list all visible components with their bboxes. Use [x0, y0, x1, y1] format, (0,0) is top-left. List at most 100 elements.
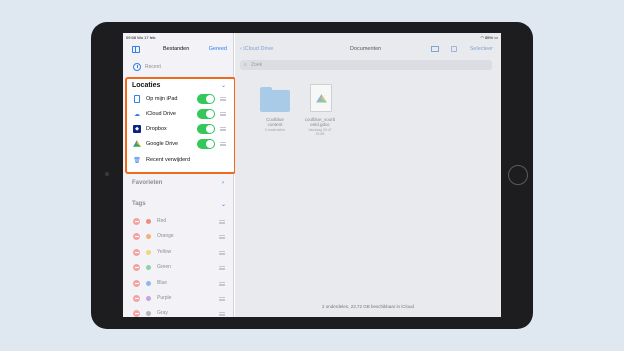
- toggle-switch[interactable]: [197, 139, 215, 149]
- reorder-grip-icon[interactable]: [220, 142, 226, 146]
- location-item-google-drive[interactable]: Google Drive: [133, 138, 233, 150]
- chevron-down-icon[interactable]: ⌄: [221, 82, 226, 89]
- camera-dot: [105, 172, 109, 176]
- sidebar-toggle-icon[interactable]: [132, 46, 140, 53]
- file-name-line: eeld.gdoc: [310, 122, 330, 127]
- location-item-recent-verwijderd[interactable]: 🗑 Recent verwijderd: [133, 154, 233, 166]
- sidebar-title: Bestanden: [163, 46, 190, 52]
- status-time: 09:58 Wo 17 feb.: [126, 35, 156, 40]
- done-button[interactable]: Gereed: [209, 46, 227, 52]
- main-content: ‹ iCloud Drive Documenten Selecteer ⌕ Zo…: [235, 33, 501, 317]
- back-label: iCloud Drive: [243, 46, 274, 52]
- recent-label: Recent: [145, 64, 161, 70]
- location-item-icloud-drive[interactable]: ☁ iCloud Drive: [133, 108, 233, 120]
- tag-label: Yellow: [157, 249, 172, 255]
- remove-icon[interactable]: [133, 249, 140, 256]
- storage-footer: 2 onderdelen, 23,72 GB beschikbaar in iC…: [321, 304, 415, 309]
- tag-item-purple[interactable]: Purple: [133, 293, 228, 305]
- reorder-grip-icon[interactable]: [219, 220, 225, 224]
- locations-section: Locaties ⌄ Op mijn iPad ☁ iCloud Drive ◆…: [125, 77, 236, 174]
- tag-color-dot: [146, 311, 151, 316]
- file-item-coolblue-voorbeeld[interactable]: coolblue_voorb eeld.gdoc Vandaag 09:47 1…: [298, 84, 338, 142]
- battery-icon: ▭: [494, 35, 498, 40]
- remove-icon[interactable]: [133, 310, 140, 317]
- new-folder-icon[interactable]: [431, 46, 439, 52]
- dropbox-icon: ◆: [133, 125, 141, 133]
- file-meta: Vandaag 09:47 18 kB: [298, 128, 342, 136]
- remove-icon[interactable]: [133, 218, 140, 225]
- reorder-grip-icon[interactable]: [220, 112, 226, 116]
- location-label: iCloud Drive: [146, 111, 176, 117]
- tag-color-dot: [146, 234, 151, 239]
- reorder-grip-icon[interactable]: [219, 282, 225, 286]
- search-placeholder: Zoek: [251, 62, 263, 68]
- status-bar: 09:58 Wo 17 feb. ◠ 85% ▭: [123, 33, 501, 41]
- battery-indicator: ◠ 85% ▭: [480, 35, 498, 40]
- file-item-coolblue-content[interactable]: Coolblue content 3 onderdelen: [253, 87, 293, 142]
- screen: Bestanden Gereed Recent Locaties ⌄ Op mi…: [123, 33, 501, 317]
- tag-label: Gray: [157, 310, 168, 316]
- reorder-grip-icon[interactable]: [220, 127, 226, 131]
- tag-item-gray[interactable]: Gray: [133, 308, 228, 317]
- reorder-grip-icon[interactable]: [219, 235, 225, 239]
- file-meta-line: 18 kB: [315, 132, 325, 136]
- tag-item-red[interactable]: Red: [133, 216, 228, 228]
- tag-label: Red: [157, 218, 167, 224]
- tag-color-dot: [146, 281, 151, 286]
- location-item-dropbox[interactable]: ◆ Dropbox: [133, 123, 233, 135]
- recent-item[interactable]: Recent: [133, 62, 228, 72]
- wifi-icon: ◠: [480, 35, 484, 40]
- tag-label: Orange: [157, 233, 174, 239]
- file-name-line: content: [267, 122, 283, 127]
- search-field[interactable]: ⌕ Zoek: [240, 60, 492, 70]
- search-icon: ⌕: [244, 61, 247, 68]
- reorder-grip-icon[interactable]: [219, 297, 225, 301]
- icloud-icon: ☁: [134, 111, 140, 118]
- google-drive-icon: [133, 140, 141, 147]
- location-item-op-mijn-ipad[interactable]: Op mijn iPad: [133, 93, 233, 105]
- page-title: Documenten: [350, 46, 382, 52]
- remove-icon[interactable]: [133, 280, 140, 287]
- sidebar-header: Bestanden Gereed: [123, 43, 234, 57]
- tag-label: Purple: [157, 295, 172, 301]
- tag-item-orange[interactable]: Orange: [133, 231, 228, 243]
- tag-item-yellow[interactable]: Yellow: [133, 247, 228, 259]
- grid-view-icon[interactable]: [451, 46, 457, 52]
- file-meta: 3 onderdelen: [253, 128, 297, 132]
- file-name: Coolblue content: [253, 117, 297, 127]
- chevron-right-icon[interactable]: ›: [222, 180, 224, 186]
- tag-item-blue[interactable]: Blue: [133, 278, 228, 290]
- clock-icon: [133, 63, 141, 71]
- chevron-down-icon[interactable]: ⌄: [221, 201, 226, 208]
- select-button[interactable]: Selecteer: [470, 46, 493, 52]
- reorder-grip-icon[interactable]: [219, 266, 225, 270]
- remove-icon[interactable]: [133, 264, 140, 271]
- tag-label: Blue: [157, 280, 168, 286]
- date-text: Wo 17 feb.: [137, 35, 157, 40]
- location-label: Op mijn iPad: [146, 96, 178, 102]
- reorder-grip-icon[interactable]: [220, 97, 226, 101]
- remove-icon[interactable]: [133, 233, 140, 240]
- toggle-switch[interactable]: [197, 94, 215, 104]
- tag-item-green[interactable]: Green: [133, 262, 228, 274]
- battery-text: 85%: [485, 35, 494, 40]
- reorder-grip-icon[interactable]: [219, 251, 225, 255]
- folder-icon: [260, 87, 290, 112]
- tag-color-dot: [146, 265, 151, 270]
- tags-title[interactable]: Tags: [132, 201, 146, 207]
- trash-icon: 🗑: [133, 157, 141, 164]
- navigation-bar: ‹ iCloud Drive Documenten Selecteer: [235, 43, 501, 57]
- google-docs-icon: [316, 94, 327, 103]
- tag-color-dot: [146, 296, 151, 301]
- home-button[interactable]: [508, 165, 528, 185]
- back-button[interactable]: ‹ iCloud Drive: [240, 46, 273, 52]
- tag-color-dot: [146, 250, 151, 255]
- tag-label: Green: [157, 264, 171, 270]
- time-text: 09:58: [126, 35, 137, 40]
- location-label: Google Drive: [146, 141, 179, 147]
- remove-icon[interactable]: [133, 295, 140, 302]
- toggle-switch[interactable]: [197, 109, 215, 119]
- reorder-grip-icon[interactable]: [219, 312, 225, 316]
- favorites-title[interactable]: Favorieten: [132, 180, 162, 186]
- toggle-switch[interactable]: [197, 124, 215, 134]
